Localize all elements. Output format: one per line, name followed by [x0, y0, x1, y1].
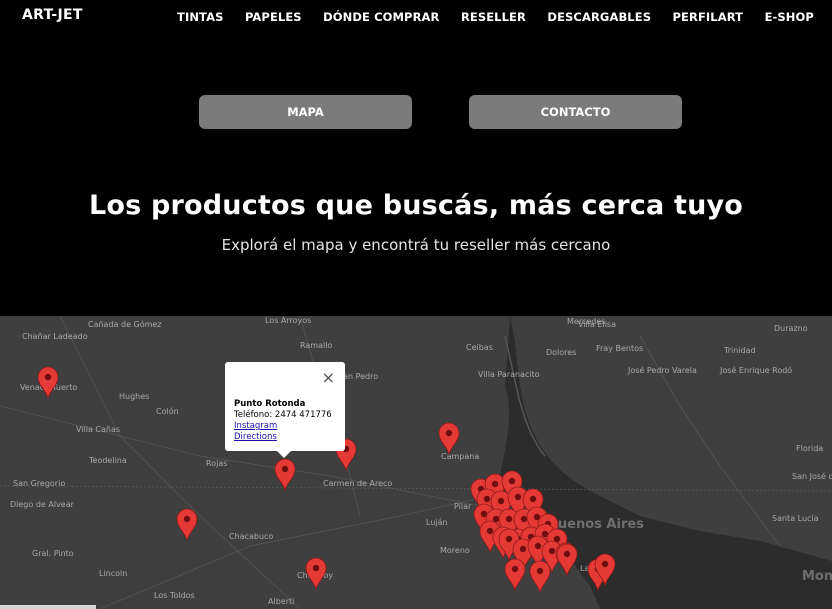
close-icon[interactable]: × — [322, 370, 335, 386]
map-pin-icon[interactable] — [176, 508, 198, 542]
map-pin-icon[interactable] — [37, 366, 59, 400]
map-pin-icon[interactable] — [529, 560, 551, 594]
popup-directions-link[interactable]: Directions — [234, 432, 345, 443]
map-pin-icon[interactable] — [556, 543, 578, 577]
map-pin-icon[interactable] — [305, 557, 327, 591]
popup-phone: Teléfono: 2474 471776 — [234, 410, 332, 420]
popup-title: Punto Rotonda — [234, 399, 306, 409]
map-pin-icon[interactable] — [438, 422, 460, 456]
map-pin-icon[interactable] — [504, 558, 526, 592]
map-pin-icon[interactable] — [274, 458, 296, 492]
map-pins-layer — [37, 366, 616, 594]
popup-instagram-link[interactable]: Instagram — [234, 421, 345, 432]
map-info-popup: × Punto Rotonda Teléfono: 2474 471776 In… — [225, 362, 345, 458]
